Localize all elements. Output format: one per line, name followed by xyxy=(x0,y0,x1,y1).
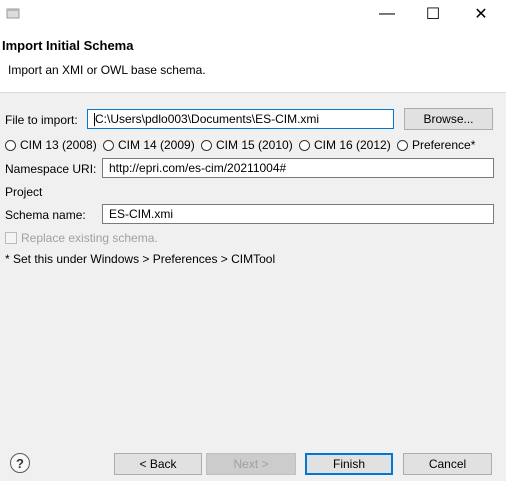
cancel-button[interactable]: Cancel xyxy=(403,453,492,475)
next-button[interactable]: Next > xyxy=(206,453,296,475)
checkbox-box xyxy=(5,232,17,244)
browse-button-label: Browse... xyxy=(423,112,474,126)
schema-name-field[interactable]: ES-CIM.xmi xyxy=(102,204,494,224)
radio-circle xyxy=(103,139,114,151)
radio-circle xyxy=(299,139,310,151)
radio-circle xyxy=(397,139,408,151)
minimize-button[interactable]: — xyxy=(364,0,410,28)
radio-preference[interactable]: Preference* xyxy=(397,138,475,152)
radio-preference-label: Preference* xyxy=(412,138,476,152)
maximize-button[interactable]: ☐ xyxy=(410,0,456,28)
next-button-label: Next > xyxy=(233,457,269,471)
schema-name-label: Schema name: xyxy=(5,208,86,222)
replace-existing-label: Replace existing schema. xyxy=(21,231,158,245)
wizard-title: Import Initial Schema xyxy=(2,38,134,53)
radio-cim13[interactable]: CIM 13 (2008) xyxy=(5,138,97,152)
close-button[interactable]: ✕ xyxy=(458,0,504,28)
finish-button[interactable]: Finish xyxy=(305,453,393,475)
project-label: Project xyxy=(5,185,43,199)
wizard-header: Import Initial Schema Import an XMI or O… xyxy=(0,28,506,93)
radio-cim14[interactable]: CIM 14 (2009) xyxy=(103,138,195,152)
file-to-import-field[interactable]: C:\Users\pdlo003\Documents\ES-CIM.xmi xyxy=(87,109,394,129)
radio-cim16[interactable]: CIM 16 (2012) xyxy=(299,138,391,152)
radio-circle xyxy=(5,139,16,151)
help-icon[interactable]: ? xyxy=(10,453,30,473)
radio-cim15[interactable]: CIM 15 (2010) xyxy=(201,138,293,152)
schema-name-value: ES-CIM.xmi xyxy=(109,207,173,221)
cancel-button-label: Cancel xyxy=(428,457,467,471)
browse-button[interactable]: Browse... xyxy=(404,108,493,130)
radio-cim16-label: CIM 16 (2012) xyxy=(314,138,391,152)
namespace-uri-field[interactable]: http://epri.com/es-cim/20211004# xyxy=(102,158,494,178)
file-to-import-label: File to import: xyxy=(5,113,78,127)
eclipse-window-icon xyxy=(6,8,20,19)
replace-existing-checkbox[interactable]: Replace existing schema. xyxy=(5,231,158,245)
finish-button-label: Finish xyxy=(332,457,365,471)
namespace-uri-label: Namespace URI: xyxy=(5,162,97,176)
wizard-description: Import an XMI or OWL base schema. xyxy=(8,63,206,77)
preference-note: * Set this under Windows > Preferences >… xyxy=(5,252,276,266)
radio-cim15-label: CIM 15 (2010) xyxy=(216,138,293,152)
window-titlebar: — ☐ ✕ xyxy=(0,0,506,28)
back-button-label: < Back xyxy=(139,457,177,471)
radio-circle xyxy=(201,139,212,151)
radio-cim14-label: CIM 14 (2009) xyxy=(118,138,195,152)
radio-cim13-label: CIM 13 (2008) xyxy=(20,138,97,152)
namespace-uri-value: http://epri.com/es-cim/20211004# xyxy=(109,161,287,175)
back-button[interactable]: < Back xyxy=(114,453,202,475)
file-to-import-value: C:\Users\pdlo003\Documents\ES-CIM.xmi xyxy=(95,112,320,126)
